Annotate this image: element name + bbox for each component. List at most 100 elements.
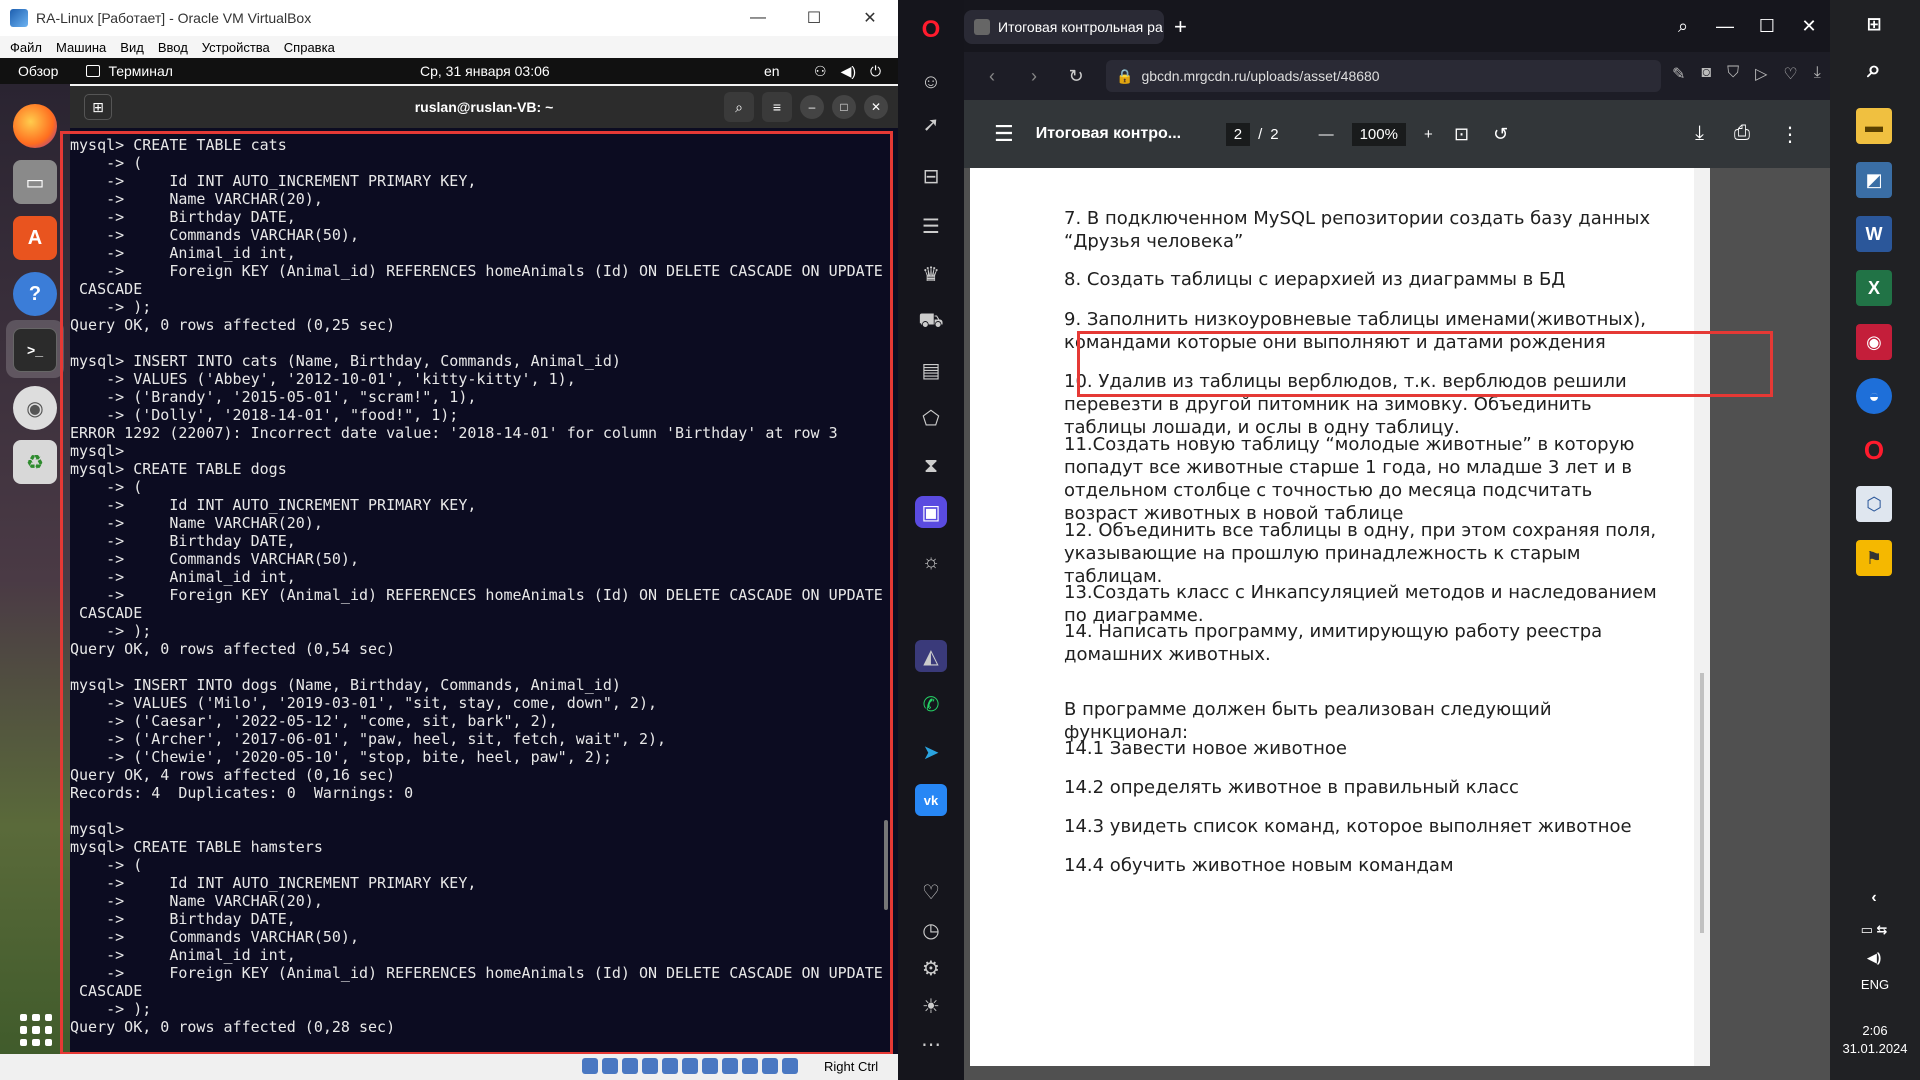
briefcase-icon[interactable]: ▣ <box>915 496 947 528</box>
file-explorer-icon[interactable]: ▬ <box>1856 108 1892 144</box>
active-app-menu[interactable]: Терминал <box>86 63 173 79</box>
language-indicator[interactable]: ENG <box>1830 977 1920 992</box>
system-tray[interactable]: ⚇ ◀) ⏻ <box>814 63 881 80</box>
download-icon[interactable]: ⤓ <box>1814 64 1821 84</box>
software-center-icon[interactable]: A <box>13 216 57 260</box>
new-tab-icon[interactable]: ⊞ <box>84 94 112 120</box>
terminal-dock-icon[interactable]: >_ <box>13 328 57 372</box>
aria-app-icon[interactable]: ◭ <box>915 640 947 672</box>
recorder-icon[interactable]: ◉ <box>1856 324 1892 360</box>
sun-icon[interactable]: ☼ <box>915 546 947 578</box>
windows-start-icon[interactable]: ⊞ <box>1856 6 1892 42</box>
more-options-icon[interactable]: ⋮ <box>1780 122 1800 147</box>
maximize-icon[interactable]: □ <box>832 95 856 119</box>
pdf-paragraph: 11.Создать новую таблицу “молодые животн… <box>1064 434 1635 524</box>
help-icon[interactable]: ? <box>13 272 57 316</box>
thunderbird-icon[interactable]: ◒ <box>1856 378 1892 414</box>
audio-icon <box>622 1058 638 1074</box>
document-icon[interactable]: ▤ <box>915 354 947 386</box>
opera-icon[interactable]: O <box>1856 432 1892 468</box>
topbar-clock[interactable]: Ср, 31 января 03:06 <box>420 63 550 79</box>
page-number-input[interactable]: 2 <box>1225 122 1251 146</box>
word-icon[interactable]: W <box>1856 216 1892 252</box>
back-icon[interactable]: ‹ <box>978 66 1006 87</box>
shield-icon[interactable]: ⛉ <box>1727 64 1739 84</box>
minimize-icon[interactable]: – <box>800 95 824 119</box>
input-language[interactable]: en <box>764 63 780 79</box>
history-icon[interactable]: ◷ <box>915 914 947 946</box>
app-icon[interactable]: ⚑ <box>1856 540 1892 576</box>
menu-machine[interactable]: Машина <box>56 40 106 55</box>
optical-disc-icon[interactable]: ◉ <box>13 386 57 430</box>
download-icon[interactable]: ⤓ <box>1695 122 1704 147</box>
search-icon[interactable]: ⌕ <box>724 92 754 122</box>
menu-file[interactable]: Файл <box>10 40 42 55</box>
maximize-button[interactable]: ☐ <box>1746 0 1788 52</box>
minimize-button[interactable]: — <box>730 0 786 36</box>
clock[interactable]: 2:06 31.01.2024 <box>1830 1022 1920 1058</box>
volume-icon[interactable]: ◀) <box>1856 940 1892 976</box>
vbox-status-icons[interactable] <box>582 1058 798 1074</box>
settings-icon[interactable]: ⚙ <box>915 952 947 984</box>
show-apps-icon[interactable] <box>20 1014 52 1046</box>
pdf-scroll-thumb[interactable] <box>1700 673 1704 933</box>
chevron-left-icon[interactable]: ‹ <box>1856 880 1892 916</box>
crown-icon[interactable]: ♛ <box>915 258 947 290</box>
vk-icon[interactable]: vk <box>915 784 947 816</box>
virtualbox-icon[interactable]: ⬡ <box>1856 486 1892 522</box>
hourglass-icon[interactable]: ⧗ <box>915 450 947 482</box>
camera-icon[interactable]: ◙ <box>1701 64 1711 84</box>
address-input[interactable]: 🔒 gbcdn.mrgcdn.ru/uploads/asset/48680 <box>1106 60 1661 92</box>
heart-icon[interactable]: ♡ <box>915 876 947 908</box>
forward-icon[interactable]: › <box>1020 66 1048 87</box>
reading-list-icon[interactable]: ⊟ <box>915 160 947 192</box>
search-tabs-icon[interactable]: ⌕ <box>1662 0 1704 52</box>
rocket-icon[interactable]: ➚ <box>915 108 947 140</box>
terminal-scrollbar[interactable] <box>884 820 888 910</box>
print-icon[interactable]: ⎙ <box>1734 122 1750 147</box>
menu-devices[interactable]: Устройства <box>202 40 270 55</box>
opera-logo-icon[interactable]: O <box>915 14 947 46</box>
aria-icon[interactable]: ☺ <box>915 66 947 98</box>
edit-icon[interactable]: ✎ <box>1672 64 1685 84</box>
heart-icon[interactable]: ♡ <box>1783 64 1797 84</box>
pdf-paragraph: 14.3 увидеть список команд, которое выпо… <box>1064 816 1632 837</box>
zoom-input[interactable]: 100% <box>1351 122 1406 146</box>
zoom-in-icon[interactable]: + <box>1424 126 1433 143</box>
maximize-button[interactable]: ☐ <box>786 0 842 36</box>
menu-input[interactable]: Ввод <box>158 40 188 55</box>
close-button[interactable]: ✕ <box>842 0 898 36</box>
fit-page-icon[interactable]: ⊡ <box>1454 124 1469 145</box>
menu-icon[interactable]: ☰ <box>994 121 1014 147</box>
menu-help[interactable]: Справка <box>284 40 335 55</box>
menu-view[interactable]: Вид <box>120 40 144 55</box>
app-icon[interactable]: ◩ <box>1856 162 1892 198</box>
files-icon[interactable]: ▭ <box>13 160 57 204</box>
terminal-body[interactable]: mysql> CREATE TABLE cats -> ( -> Id INT … <box>70 128 898 1076</box>
send-icon[interactable]: ▷ <box>1755 64 1767 84</box>
lightbulb-icon[interactable]: ☀ <box>915 990 947 1022</box>
pdf-scrollbar[interactable] <box>1694 168 1710 1066</box>
pdf-page[interactable]: 7. В подключенном MySQL репозитории созд… <box>970 168 1694 1066</box>
trash-icon[interactable]: ♻ <box>13 440 57 484</box>
close-button[interactable]: ✕ <box>1788 0 1830 52</box>
excel-icon[interactable]: X <box>1856 270 1892 306</box>
more-icon[interactable]: ⋯ <box>915 1028 947 1060</box>
car-icon[interactable]: ⛟ <box>915 306 947 338</box>
reload-icon[interactable]: ↻ <box>1062 66 1090 87</box>
new-tab-button[interactable]: + <box>1174 14 1187 40</box>
hamburger-menu-icon[interactable]: ≡ <box>762 92 792 122</box>
pentagon-icon[interactable]: ⬠ <box>915 402 947 434</box>
overview-button[interactable]: Обзор <box>18 63 58 79</box>
whatsapp-icon[interactable]: ✆ <box>915 688 947 720</box>
tab-active[interactable]: Итоговая контрольная ра <box>964 10 1164 44</box>
list-icon[interactable]: ☰ <box>915 210 947 242</box>
close-icon[interactable]: ✕ <box>864 95 888 119</box>
page-total: 2 <box>1270 125 1279 143</box>
zoom-out-icon[interactable]: — <box>1319 126 1334 143</box>
firefox-icon[interactable] <box>13 104 57 148</box>
telegram-icon[interactable]: ➤ <box>915 736 947 768</box>
search-icon[interactable]: ⌕ <box>1856 52 1892 88</box>
rotate-icon[interactable]: ↺ <box>1493 124 1508 145</box>
minimize-button[interactable]: — <box>1704 0 1746 52</box>
